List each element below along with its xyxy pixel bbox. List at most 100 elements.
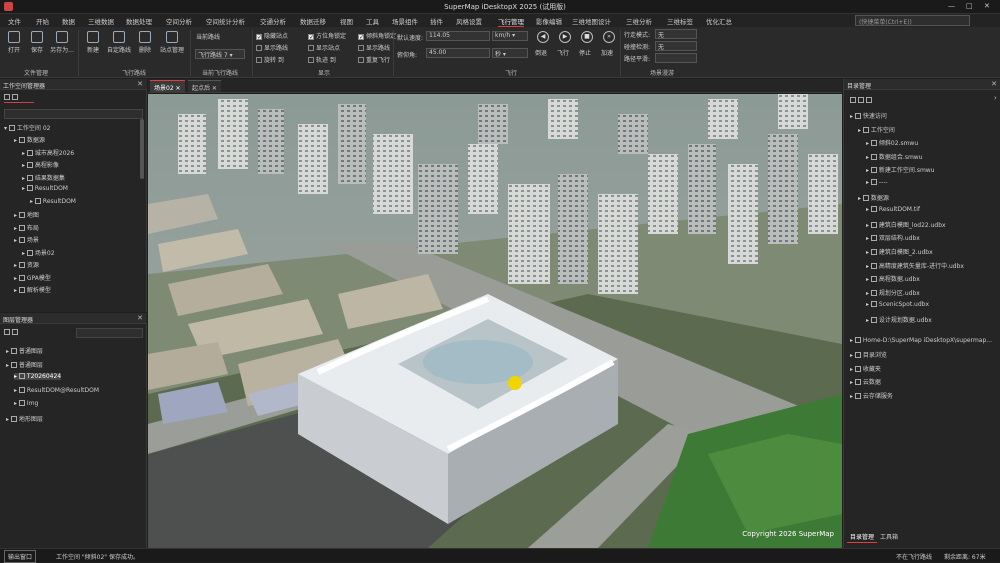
tab-toolbox[interactable]: 工具箱 [877, 531, 901, 542]
style-icon[interactable] [12, 329, 18, 335]
display-checkbox[interactable]: ✓ 倾斜角锁定 [358, 31, 396, 41]
tree-item[interactable]: ▸ 数据组合.smwu [866, 152, 923, 161]
refresh-icon[interactable] [866, 97, 872, 103]
collision-select[interactable]: 无 [655, 41, 697, 51]
walk-mode-select[interactable]: 无 [655, 29, 697, 39]
add-folder-icon[interactable] [850, 97, 856, 103]
tree-item[interactable]: ▸ 高程数据.udbx [866, 274, 920, 283]
tree-item[interactable]: ▸ 工作空间 [858, 125, 895, 134]
delete-button[interactable]: 删除 [134, 30, 156, 54]
tree-item[interactable]: ▸ 建筑白模图_lod22.udbx [866, 220, 946, 229]
more-icon[interactable]: › [994, 94, 997, 102]
menu-item[interactable]: 空间统计分析 [206, 16, 245, 26]
play-icon[interactable]: ▶ [559, 31, 571, 43]
custom-route-button[interactable]: 自定路线 [105, 30, 133, 54]
tree-item[interactable]: ▸ 普通图层 [6, 360, 43, 369]
tree-item[interactable]: ▸ 资源 [14, 260, 39, 269]
save-as-button[interactable]: 另存为... [49, 30, 75, 54]
speedup-icon[interactable]: » [603, 31, 615, 43]
workspace-root[interactable]: ▾ 工作空间 02 [4, 123, 50, 132]
tree-item[interactable]: ▸ ResultDOM [30, 197, 76, 205]
minimize-button[interactable]: — [948, 2, 955, 10]
tree-item[interactable]: ▸ 收藏夹 [850, 364, 881, 373]
layer-search-input[interactable] [76, 328, 143, 338]
menu-item[interactable]: 场景组件 [392, 16, 418, 26]
tree-item[interactable]: ▸ 城市高程2026 [22, 148, 74, 157]
layer-icon[interactable] [4, 329, 10, 335]
tree-item[interactable]: ▸ 场景02 [22, 248, 55, 257]
display-checkbox[interactable]: 重复飞行 [358, 55, 390, 64]
menu-item[interactable]: 风格设置 [456, 16, 482, 26]
stop-icon[interactable]: ■ [581, 31, 593, 43]
menu-item[interactable]: 开始 [36, 16, 49, 26]
tree-item[interactable]: ▸ 建筑白模图_2.udbx [866, 247, 933, 256]
tree-item[interactable]: ▸ 云存储服务 [850, 391, 893, 400]
scene-viewport[interactable]: Copyright 2026 SuperMap [148, 94, 842, 548]
menu-item[interactable]: 交通分析 [260, 16, 286, 26]
workspace-icon[interactable] [4, 94, 10, 100]
display-checkbox[interactable]: ✓ 隐藏站点 [256, 31, 288, 41]
menu-item[interactable]: 三维地图设计 [572, 16, 611, 26]
smooth-select[interactable] [655, 53, 697, 63]
tree-item[interactable]: ▸ T20260424 [14, 373, 62, 380]
tree-item[interactable]: ▸ 倾斜02.smwu [866, 138, 918, 147]
output-window-button[interactable]: 输出窗口 [4, 550, 37, 563]
menu-item[interactable]: 数据迁移 [300, 16, 326, 26]
tree-item[interactable]: ▸ 布局 [14, 223, 39, 232]
site-manage-button[interactable]: 站点管理 [158, 30, 186, 54]
menu-item[interactable]: 空间分析 [166, 16, 192, 26]
search-input[interactable]: (快捷菜单(Ctrl+E)) [855, 15, 970, 26]
tree-item[interactable]: ▸ 新建工作空间.smwu [866, 165, 935, 174]
display-checkbox[interactable]: ✓ 方位角锁定 [308, 31, 346, 41]
tree-item[interactable]: ▸ 云数据 [850, 377, 881, 386]
menu-item[interactable]: 视图 [340, 16, 353, 26]
tree-item[interactable]: ▸ 规划分区.udbx [866, 288, 920, 297]
tree-item[interactable]: ▸ 普通图层 [6, 346, 43, 355]
menu-item[interactable]: 数据处理 [126, 16, 152, 26]
display-checkbox[interactable]: 显示站点 [308, 43, 340, 52]
tilt-unit-select[interactable]: 秒 ▾ [492, 48, 528, 58]
menu-item[interactable]: 三维分析 [626, 16, 652, 26]
display-checkbox[interactable]: 显示路线 [358, 43, 390, 52]
tree-item[interactable]: ▸ GPA模型 [14, 273, 51, 282]
tab-catalog[interactable]: 目录管理 [847, 531, 878, 543]
scrollbar[interactable] [140, 119, 144, 179]
new-route-button[interactable]: 新建 [82, 30, 104, 54]
tab-scene02[interactable]: 场景02 ✕ [150, 80, 185, 92]
tree-item[interactable]: ▸ ResultDOM.tif [866, 206, 920, 213]
tab-start-point[interactable]: 起点后 ✕ [188, 80, 221, 92]
tree-item[interactable]: ▸ ScenicSpot.udbx [866, 301, 929, 308]
tree-item[interactable]: ▸ 地形图层 [6, 414, 43, 423]
tree-item[interactable]: ▸ Img [14, 400, 38, 407]
tree-item[interactable]: ▸ 快速访问 [850, 111, 887, 120]
tree-item[interactable]: ▸ ResultDOM [22, 185, 68, 192]
tree-item[interactable]: ▸ 场景 [14, 235, 39, 244]
menu-item[interactable]: 优化汇总 [706, 16, 732, 26]
tree-item[interactable]: ▸ ResultDOM@ResultDOM [14, 386, 99, 394]
tree-item[interactable]: ▸ 双层结构.udbx [866, 233, 920, 242]
close-icon[interactable]: ✕ [991, 80, 997, 88]
menu-item[interactable]: 数据 [62, 16, 75, 26]
speed-unit-select[interactable]: km/h ▾ [492, 31, 528, 41]
open-button[interactable]: 打开 [3, 30, 25, 54]
display-checkbox[interactable]: 轨迹 到 [308, 55, 336, 64]
menu-item[interactable]: 影像编辑 [536, 16, 562, 26]
close-icon[interactable]: ✕ [137, 314, 143, 322]
menu-item[interactable]: 文件 [8, 16, 21, 26]
tree-item[interactable]: ▸ 地图 [14, 210, 39, 219]
maximize-button[interactable]: □ [966, 2, 973, 10]
rewind-icon[interactable]: ◀ [537, 31, 549, 43]
tree-item[interactable]: ▸ 目录浏览 [850, 350, 887, 359]
close-icon[interactable]: ✕ [137, 80, 143, 88]
speed-input[interactable]: 114.05 [426, 31, 490, 41]
menu-item[interactable]: 三维数据 [88, 16, 114, 26]
tree-item[interactable]: ▸ 高程影像 [22, 160, 59, 169]
tree-item[interactable]: ▸ 数据源 [858, 193, 889, 202]
tree-item[interactable]: ▸ 数据源 [14, 135, 45, 144]
workspace-search-input[interactable] [4, 109, 143, 119]
menu-item[interactable]: 插件 [430, 16, 443, 26]
save-button[interactable]: 保存 [26, 30, 48, 54]
tree-item[interactable]: ▸ 解析模型 [14, 285, 51, 294]
display-checkbox[interactable]: 旋转 到 [256, 55, 284, 64]
tree-item[interactable]: ▸ 设计规划数据.udbx [866, 315, 932, 324]
